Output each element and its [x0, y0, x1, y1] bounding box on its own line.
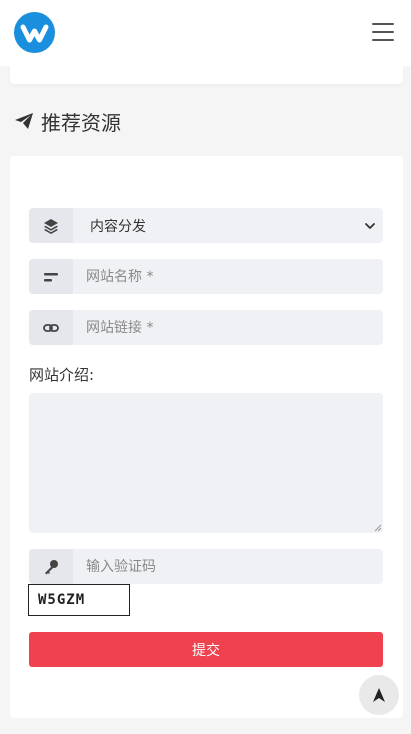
- section-title: 推荐资源: [41, 110, 121, 135]
- site-link-addon: [29, 310, 73, 345]
- text-lines-icon: [44, 272, 58, 281]
- top-bar: [0, 0, 411, 66]
- verify-code-input[interactable]: [73, 549, 383, 584]
- site-intro-textarea[interactable]: [29, 393, 383, 533]
- verify-code-addon: [29, 549, 73, 584]
- captcha-image[interactable]: W5GZM: [28, 584, 130, 616]
- hamburger-menu-icon[interactable]: [370, 20, 396, 44]
- site-link-field[interactable]: [29, 310, 383, 345]
- layers-icon: [44, 218, 58, 234]
- site-name-field[interactable]: [29, 259, 383, 294]
- category-addon: [29, 208, 73, 243]
- arrow-up-icon: [373, 688, 385, 702]
- chevron-down-icon[interactable]: [363, 219, 377, 233]
- link-icon: [43, 323, 59, 332]
- section-header: 推荐资源: [14, 107, 121, 135]
- category-select[interactable]: 内容分发: [29, 208, 383, 243]
- submit-button[interactable]: 提交: [29, 632, 383, 667]
- back-to-top-button[interactable]: [359, 675, 399, 715]
- category-select-value[interactable]: 内容分发: [73, 208, 363, 243]
- verify-code-field[interactable]: [29, 549, 383, 584]
- resize-grip-icon[interactable]: [374, 524, 382, 532]
- site-name-addon: [29, 259, 73, 294]
- paper-plane-icon: [15, 113, 33, 129]
- site-logo-icon[interactable]: [14, 12, 55, 53]
- previous-card-edge: [10, 66, 403, 84]
- key-icon: [45, 559, 58, 574]
- site-link-input[interactable]: [73, 310, 383, 345]
- site-name-input[interactable]: [73, 259, 383, 294]
- site-intro-label: 网站介绍:: [29, 366, 95, 384]
